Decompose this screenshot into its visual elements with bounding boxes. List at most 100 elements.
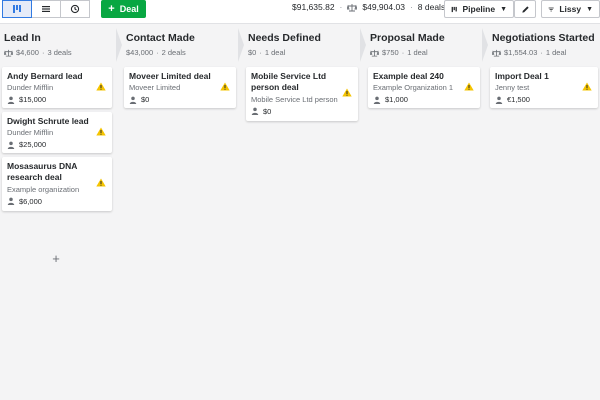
stage-deal-count: 1 deal — [264, 48, 286, 57]
stage-column-proposal-made: Example deal 240 Example Organization 1 … — [366, 62, 482, 400]
stage-column-contact-made: Moveer Limited deal Moveer Limited $0 — [122, 62, 238, 400]
pipeline-totals: $91,635.82 · $49,904.03 · 8 deals — [292, 2, 446, 12]
stage-meta: $43,000 · 2 deals — [126, 48, 186, 57]
stage-title: Lead In — [4, 32, 41, 44]
person-icon — [495, 96, 503, 104]
deal-value: €1,500 — [507, 95, 530, 105]
stage-deal-count: 3 deals — [47, 48, 72, 57]
stage-title: Contact Made — [126, 32, 195, 44]
deal-value: $0 — [263, 106, 272, 116]
stage-column-negotiations-started: Import Deal 1 Jenny test €1,500 — [488, 62, 600, 400]
add-deal-to-stage-button[interactable]: + — [50, 252, 62, 265]
warning-icon — [464, 82, 474, 91]
deal-organization: Dunder Mifflin — [7, 128, 54, 138]
stage-meta: $4,600 · 3 deals — [4, 48, 112, 57]
stage-title: Negotiations Started — [492, 32, 595, 44]
stage-header-proposal-made: Proposal Made $750 · 1 deal — [366, 28, 488, 62]
pipeline-view-icon — [13, 5, 21, 13]
person-icon — [373, 96, 381, 104]
person-icon — [7, 96, 15, 104]
stage-deal-count: 2 deals — [161, 48, 186, 57]
deal-value: $25,000 — [19, 140, 47, 150]
stage-value: $0 — [248, 48, 257, 57]
deal-card[interactable]: Moveer Limited deal Moveer Limited $0 — [124, 67, 236, 108]
deal-title: Import Deal 1 — [495, 71, 549, 81]
list-view-icon — [42, 6, 50, 12]
deal-organization: Example Organization 1 — [373, 83, 454, 93]
deal-organization: Example organization — [7, 184, 80, 194]
deal-title: Dwight Schrute lead — [7, 116, 89, 126]
pipeline-icon — [451, 6, 457, 12]
stage-column-needs-defined: Mobile Service Ltd person deal Mobile Se… — [244, 62, 360, 400]
filter-label: Lissy — [559, 4, 582, 14]
deal-organization: Mobile Service Ltd person — [251, 94, 338, 104]
person-icon — [7, 141, 15, 149]
deal-value: $15,000 — [19, 95, 47, 105]
pipeline-label: Pipeline — [462, 4, 496, 14]
deal-card[interactable]: Mobile Service Ltd person deal Mobile Se… — [246, 67, 358, 121]
deal-value: $6,000 — [19, 196, 42, 206]
deal-title: Mobile Service Ltd person deal — [251, 71, 327, 93]
edit-pipeline-button[interactable] — [514, 0, 536, 18]
stage-value: $4,600 — [16, 48, 39, 57]
deal-title: Example deal 240 — [373, 71, 444, 81]
stage-deal-count: 1 deal — [545, 48, 567, 57]
person-icon — [7, 198, 15, 206]
stage-title: Proposal Made — [370, 32, 445, 44]
stage-title: Needs Defined — [248, 32, 321, 44]
person-icon — [251, 108, 259, 116]
filter-select[interactable]: Lissy ▼ — [541, 0, 600, 18]
deal-card[interactable]: Import Deal 1 Jenny test €1,500 — [490, 67, 598, 108]
warning-icon — [96, 82, 106, 91]
pencil-icon — [521, 5, 529, 13]
chevron-down-icon: ▼ — [500, 5, 507, 13]
toolbar: + Deal $91,635.82 · $49,904.03 · 8 deals… — [0, 0, 600, 24]
plus-icon: + — [108, 2, 115, 15]
deal-title: Andy Bernard lead — [7, 71, 83, 81]
deal-organization: Dunder Mifflin — [7, 83, 54, 93]
forecast-view-icon — [70, 4, 80, 14]
stage-header-negotiations-started: Negotiations Started $1,554.03 · 1 deal — [488, 28, 600, 62]
stage-column-lead-in: Andy Bernard lead Dunder Mifflin $15,000… — [0, 62, 116, 400]
pipeline-select[interactable]: Pipeline ▼ — [444, 0, 514, 18]
weighted-scale-icon — [347, 3, 358, 11]
weighted-value: $49,904.03 — [362, 2, 405, 12]
stage-header-lead-in: Lead In $4,600 · 3 deals — [0, 28, 122, 62]
stage-header-needs-defined: Needs Defined $0 · 1 deal — [244, 28, 366, 62]
deal-value: $0 — [141, 95, 150, 105]
list-view-button[interactable] — [31, 0, 61, 18]
deal-organization: Jenny test — [495, 83, 530, 93]
stage-deal-count: 1 deal — [407, 48, 428, 57]
stage-meta: $1,554.03 · 1 deal — [492, 48, 596, 57]
deal-title: Moveer Limited deal — [129, 71, 211, 81]
chevron-down-icon: ▼ — [586, 5, 593, 13]
deal-card[interactable]: Dwight Schrute lead Dunder Mifflin $25,0… — [2, 112, 112, 153]
warning-icon — [220, 82, 230, 91]
person-icon — [129, 96, 137, 104]
total-value: $91,635.82 — [292, 2, 335, 12]
forecast-view-button[interactable] — [60, 0, 90, 18]
warning-icon — [342, 88, 352, 97]
stage-value: $1,554.03 — [504, 48, 538, 57]
weighted-scale-icon — [492, 49, 501, 57]
stage-meta: $750 · 1 deal — [370, 48, 478, 57]
stage-value: $43,000 — [126, 48, 154, 57]
deal-organization: Moveer Limited — [129, 83, 181, 93]
deal-card[interactable]: Mosasaurus DNA research deal Example org… — [2, 157, 112, 211]
pipeline-view-button[interactable] — [2, 0, 32, 18]
view-switcher — [2, 0, 90, 18]
weighted-scale-icon — [4, 49, 13, 57]
pipeline-board: Lead In $4,600 · 3 deals Andy Bernard le… — [0, 28, 600, 400]
deal-count: 8 deals — [417, 2, 446, 12]
warning-icon — [582, 82, 592, 91]
warning-icon — [96, 127, 106, 136]
add-deal-label: Deal — [119, 4, 139, 14]
deal-value: $1,000 — [385, 95, 408, 105]
deal-card[interactable]: Example deal 240 Example Organization 1 … — [368, 67, 480, 108]
stage-meta: $0 · 1 deal — [248, 48, 286, 57]
deal-card[interactable]: Andy Bernard lead Dunder Mifflin $15,000 — [2, 67, 112, 108]
weighted-scale-icon — [370, 49, 379, 57]
filter-icon — [548, 7, 554, 11]
warning-icon — [96, 178, 106, 187]
add-deal-button[interactable]: + Deal — [101, 0, 146, 18]
